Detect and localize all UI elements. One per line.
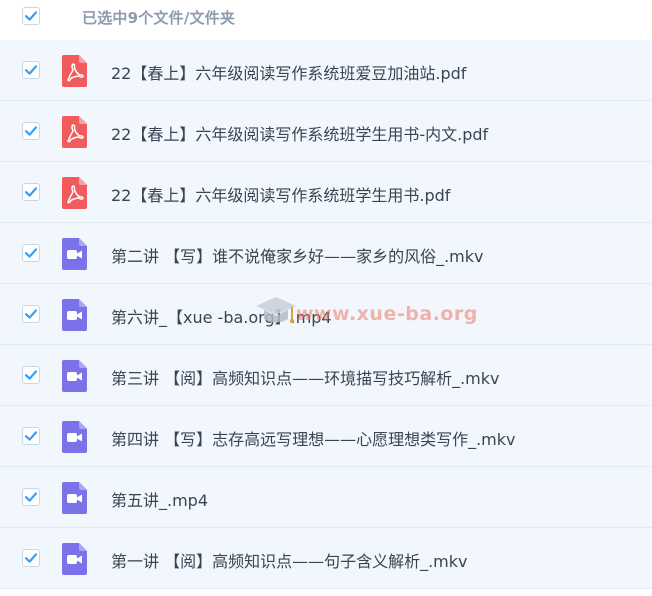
file-row[interactable]: 22【春上】六年级阅读写作系统班学生用书-内文.pdf: [0, 101, 652, 162]
file-checkbox[interactable]: [22, 305, 40, 323]
checkmark-icon: [24, 11, 38, 21]
file-name: 22【春上】六年级阅读写作系统班学生用书.pdf: [111, 186, 451, 205]
file-list: 22【春上】六年级阅读写作系统班爱豆加油站.pdf 22【春上】六年级阅读写作系统…: [0, 40, 652, 589]
file-row[interactable]: 第四讲 【写】志存高远写理想——心愿理想类写作_.mkv: [0, 406, 652, 467]
checkmark-icon: [24, 309, 38, 319]
checkmark-icon: [24, 126, 38, 136]
checkmark-icon: [24, 431, 38, 441]
file-name: 22【春上】六年级阅读写作系统班学生用书-内文.pdf: [111, 125, 489, 144]
video-file-icon: [59, 543, 89, 575]
checkmark-icon: [24, 553, 38, 563]
file-name: 22【春上】六年级阅读写作系统班爱豆加油站.pdf: [111, 64, 467, 83]
file-selection-panel: 已选中9个文件/文件夹 22【春上】六年级阅读写作系统班爱豆加油站.pdf 22【…: [0, 0, 652, 596]
file-row[interactable]: 第三讲 【阅】高频知识点——环境描写技巧解析_.mkv: [0, 345, 652, 406]
video-file-icon: [59, 238, 89, 270]
file-name: 第三讲 【阅】高频知识点——环境描写技巧解析_.mkv: [111, 369, 500, 388]
selection-count-label: 已选中9个文件/文件夹: [82, 9, 236, 27]
checkmark-icon: [24, 492, 38, 502]
pdf-file-icon: [59, 116, 89, 148]
file-row[interactable]: 22【春上】六年级阅读写作系统班学生用书.pdf: [0, 162, 652, 223]
file-row[interactable]: 第六讲_【xue -ba.org】.mp4: [0, 284, 652, 345]
file-name: 第四讲 【写】志存高远写理想——心愿理想类写作_.mkv: [111, 430, 516, 449]
video-file-icon: [59, 421, 89, 453]
file-checkbox[interactable]: [22, 488, 40, 506]
checkmark-icon: [24, 370, 38, 380]
file-checkbox[interactable]: [22, 244, 40, 262]
pdf-file-icon: [59, 55, 89, 87]
file-name: 第二讲 【写】谁不说俺家乡好——家乡的风俗_.mkv: [111, 247, 484, 266]
file-name: 第五讲_.mp4: [111, 491, 209, 510]
file-row[interactable]: 22【春上】六年级阅读写作系统班爱豆加油站.pdf: [0, 40, 652, 101]
file-row[interactable]: 第五讲_.mp4: [0, 467, 652, 528]
file-row[interactable]: 第二讲 【写】谁不说俺家乡好——家乡的风俗_.mkv: [0, 223, 652, 284]
file-checkbox[interactable]: [22, 183, 40, 201]
checkmark-icon: [24, 187, 38, 197]
checkmark-icon: [24, 65, 38, 75]
pdf-file-icon: [59, 177, 89, 209]
file-checkbox[interactable]: [22, 549, 40, 567]
file-row[interactable]: 第一讲 【阅】高频知识点——句子含义解析_.mkv: [0, 528, 652, 589]
file-checkbox[interactable]: [22, 366, 40, 384]
file-name: 第一讲 【阅】高频知识点——句子含义解析_.mkv: [111, 552, 468, 571]
select-all-checkbox[interactable]: [22, 7, 40, 25]
file-checkbox[interactable]: [22, 61, 40, 79]
file-checkbox[interactable]: [22, 427, 40, 445]
video-file-icon: [59, 299, 89, 331]
file-checkbox[interactable]: [22, 122, 40, 140]
video-file-icon: [59, 360, 89, 392]
checkmark-icon: [24, 248, 38, 258]
video-file-icon: [59, 482, 89, 514]
file-name: 第六讲_【xue -ba.org】.mp4: [111, 308, 332, 327]
selection-header: 已选中9个文件/文件夹: [0, 0, 652, 34]
